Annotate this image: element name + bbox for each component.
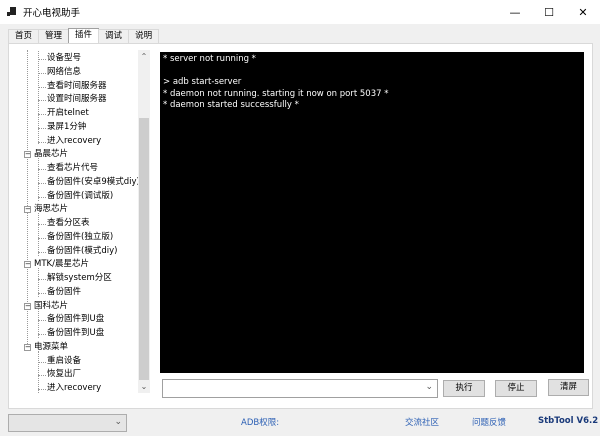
title-bar: 开心电视助手 — ☐ ✕ — [0, 0, 600, 24]
tree-line — [38, 114, 46, 115]
tree-line — [38, 158, 39, 201]
tree-item[interactable]: 重启设备 — [47, 355, 81, 368]
feedback-link[interactable]: 问题反馈 — [472, 416, 506, 428]
collapse-icon[interactable]: − — [24, 151, 31, 159]
terminal-line: > adb start-server — [163, 77, 242, 87]
plugin-tree: 设备型号 网络信息 查看时间服务器 设置时间服务器 开启telnet 录屏1分钟 进入rec… — [20, 50, 150, 393]
scroll-down-icon[interactable]: ⌄ — [138, 382, 150, 391]
maximize-button[interactable]: ☐ — [532, 0, 566, 24]
tree-group[interactable]: 晶晨芯片 — [34, 148, 68, 161]
community-link[interactable]: 交流社区 — [405, 416, 439, 428]
tree-line — [38, 350, 39, 393]
tree-line — [38, 389, 46, 390]
tree-line — [38, 50, 39, 144]
tree-item[interactable]: 网络信息 — [47, 66, 81, 79]
tree-item[interactable]: 恢复出厂 — [47, 368, 81, 381]
tree-line — [38, 309, 39, 338]
tab-home[interactable]: 首页 — [8, 29, 40, 43]
clear-button[interactable]: 清屏 — [548, 379, 589, 396]
tree-item[interactable]: 开启telnet — [47, 107, 89, 120]
scrollbar-thumb[interactable] — [139, 118, 149, 380]
tree-line — [38, 292, 46, 294]
tree-item[interactable]: 备份固件(调试版) — [47, 190, 113, 203]
tree-item[interactable]: 备份固件到U盘 — [47, 327, 104, 340]
tab-bar: 首页 管理 插件 调试 说明 — [8, 28, 160, 43]
chevron-down-icon[interactable]: ⌄ — [114, 417, 122, 427]
stop-button[interactable]: 停止 — [495, 380, 537, 397]
tree-item[interactable]: 解锁system分区 — [47, 272, 112, 285]
tab-help[interactable]: 说明 — [128, 29, 160, 43]
tree-line — [38, 127, 46, 129]
tree-item[interactable]: 进入recovery — [47, 135, 101, 148]
tree-line — [38, 100, 46, 102]
tree-item[interactable]: 设置时间服务器 — [47, 93, 107, 106]
tree-scrollbar[interactable]: ⌃ ⌄ — [138, 50, 150, 393]
adb-permission-label: ADB权限: — [241, 418, 280, 428]
scroll-up-icon[interactable]: ⌃ — [138, 52, 150, 61]
device-select[interactable]: ⌄ — [8, 414, 127, 432]
collapse-icon[interactable]: − — [24, 261, 31, 269]
close-button[interactable]: ✕ — [566, 0, 600, 24]
tree-item[interactable]: 查看芯片代号 — [47, 162, 98, 175]
minimize-button[interactable]: — — [498, 0, 532, 24]
tree-item[interactable]: 设备型号 — [47, 52, 81, 65]
tree-line — [38, 182, 46, 184]
collapse-icon[interactable]: − — [24, 206, 31, 214]
tree-line — [38, 196, 46, 198]
tree-item[interactable]: 备份固件到U盘 — [47, 313, 104, 326]
tree-item[interactable]: 进入recovery — [47, 382, 101, 393]
terminal-output: * server not running * > adb start-server… — [160, 52, 584, 373]
tree-item[interactable]: 备份固件 — [47, 286, 81, 299]
execute-button[interactable]: 执行 — [443, 380, 485, 397]
tree-item[interactable]: 录屏1分钟 — [47, 121, 86, 134]
command-input[interactable]: ⌄ — [162, 379, 438, 398]
tree-line — [38, 59, 46, 60]
collapse-icon[interactable]: − — [24, 302, 31, 310]
tree-item[interactable]: 备份固件(安卓9模式diy) — [47, 176, 140, 189]
chevron-down-icon[interactable]: ⌄ — [425, 382, 433, 392]
tree-group[interactable]: MTK/晨星芯片 — [34, 258, 89, 271]
collapse-icon[interactable]: − — [24, 343, 31, 351]
tree-line — [38, 320, 46, 322]
tree-line — [38, 141, 46, 143]
terminal-line: * daemon not running. starting it now on… — [163, 88, 389, 99]
tree-line — [38, 251, 46, 253]
tree-line — [38, 213, 39, 256]
tree-group[interactable]: 海思芯片 — [34, 203, 68, 216]
version-link[interactable]: StbTool V6.2 — [538, 416, 598, 426]
tree-item[interactable]: 备份固件(独立版) — [47, 231, 113, 244]
tree-line — [38, 72, 46, 74]
tree-item[interactable]: 备份固件(模式diy) — [47, 245, 117, 258]
tree-group[interactable]: 电源菜单 — [34, 341, 68, 354]
tree-line — [38, 169, 46, 170]
tree-line — [38, 237, 46, 239]
tree-line — [38, 375, 46, 377]
tree-group[interactable]: 国科芯片 — [34, 300, 68, 313]
tree-line — [38, 86, 46, 88]
window-title: 开心电视助手 — [23, 8, 81, 19]
terminal-line: * daemon started successfully * — [163, 100, 299, 110]
tree-line — [38, 361, 46, 363]
tab-manage[interactable]: 管理 — [38, 29, 70, 43]
tab-debug[interactable]: 调试 — [98, 29, 130, 43]
tree-item[interactable]: 查看分区表 — [47, 217, 90, 230]
tree-line — [38, 224, 46, 225]
tree-item[interactable]: 查看时间服务器 — [47, 80, 107, 93]
terminal-line: * server not running * — [163, 54, 256, 64]
tree-line — [38, 268, 39, 297]
tree-line — [38, 334, 46, 335]
tab-plugins[interactable]: 插件 — [68, 28, 100, 43]
tree-line — [38, 279, 46, 280]
app-icon — [7, 7, 17, 17]
